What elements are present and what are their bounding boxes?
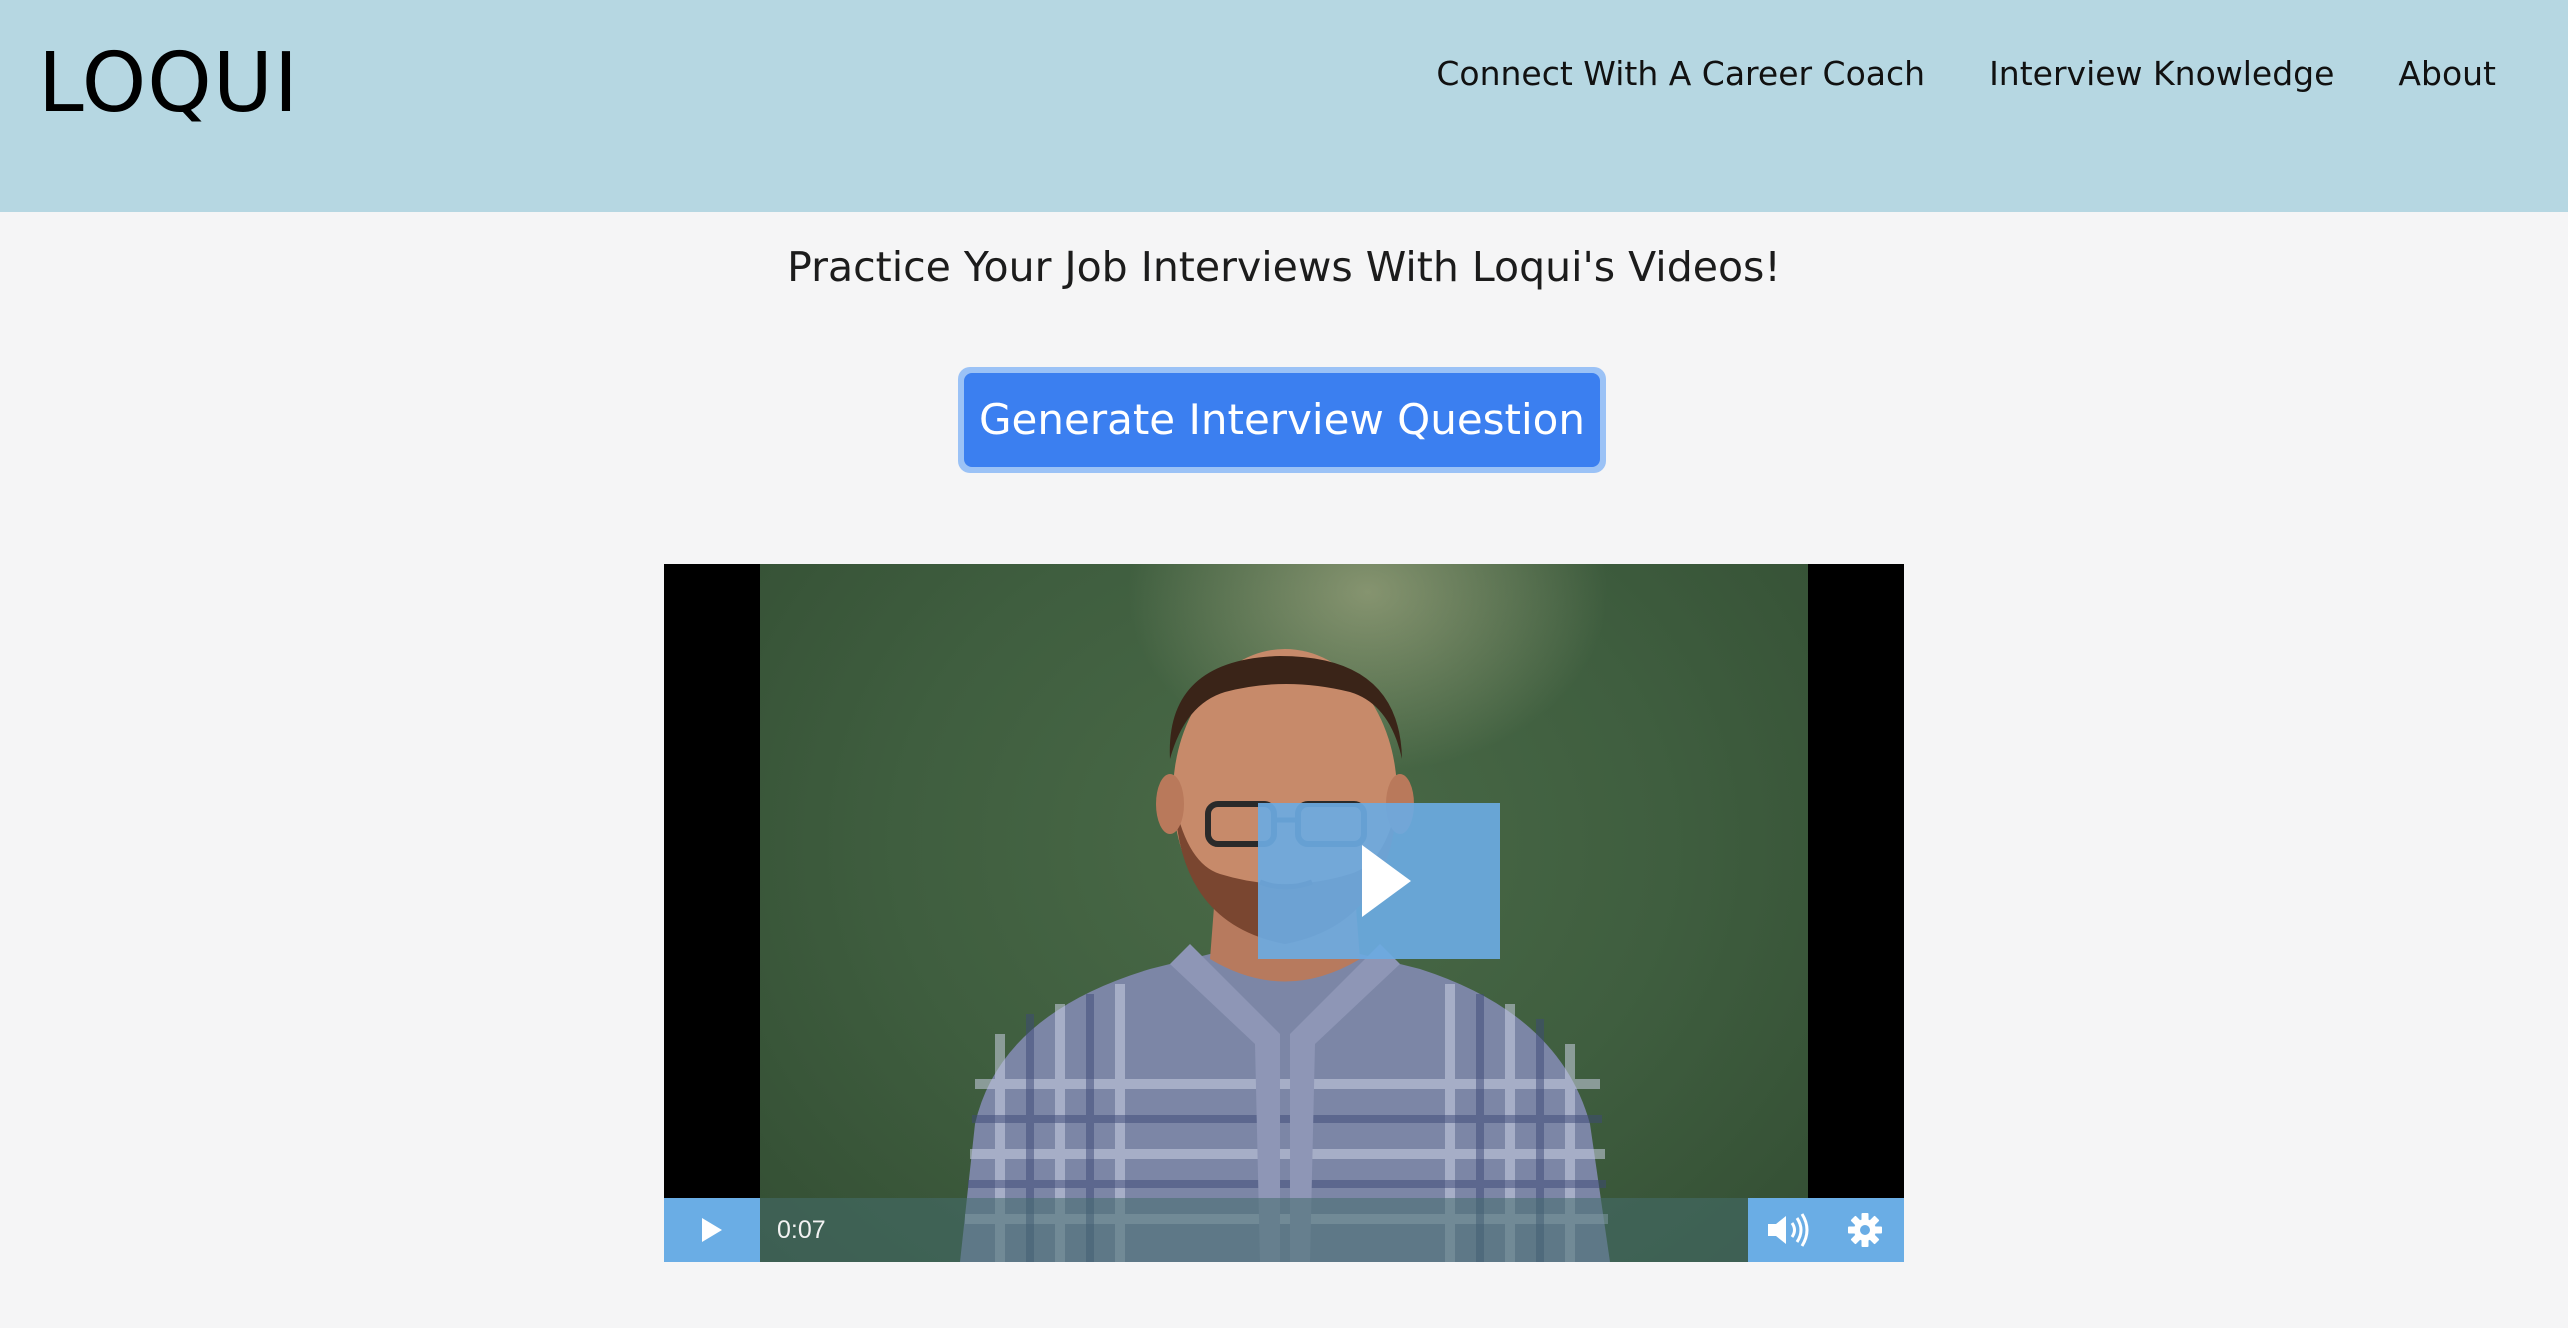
nav-item-about[interactable]: About — [2398, 52, 2496, 96]
play-icon — [1362, 845, 1411, 917]
top-header: LOQUI Connect With A Career Coach Interv… — [0, 0, 2568, 212]
video-frame[interactable] — [760, 564, 1808, 1262]
volume-icon — [1768, 1213, 1809, 1247]
nav-item-career-coach[interactable]: Connect With A Career Coach — [1436, 52, 1925, 96]
logo[interactable]: LOQUI — [38, 38, 299, 130]
settings-button[interactable] — [1826, 1198, 1904, 1262]
main-nav: Connect With A Career Coach Interview Kn… — [1436, 52, 2496, 96]
big-play-button[interactable] — [1258, 803, 1500, 959]
play-icon — [702, 1218, 722, 1242]
video-player[interactable]: 0:07 — [664, 564, 1904, 1262]
gear-icon — [1848, 1213, 1882, 1247]
video-controls-bar: 0:07 — [664, 1198, 1904, 1262]
control-right-group — [1748, 1198, 1904, 1262]
generate-question-button[interactable]: Generate Interview Question — [964, 373, 1600, 467]
page-headline: Practice Your Job Interviews With Loqui'… — [787, 243, 1781, 291]
control-play-button[interactable] — [664, 1198, 760, 1262]
current-time: 0:07 — [777, 1216, 826, 1244]
nav-item-interview-knowledge[interactable]: Interview Knowledge — [1989, 52, 2334, 96]
generate-button-focus-ring: Generate Interview Question — [958, 367, 1606, 473]
volume-button[interactable] — [1748, 1198, 1826, 1262]
